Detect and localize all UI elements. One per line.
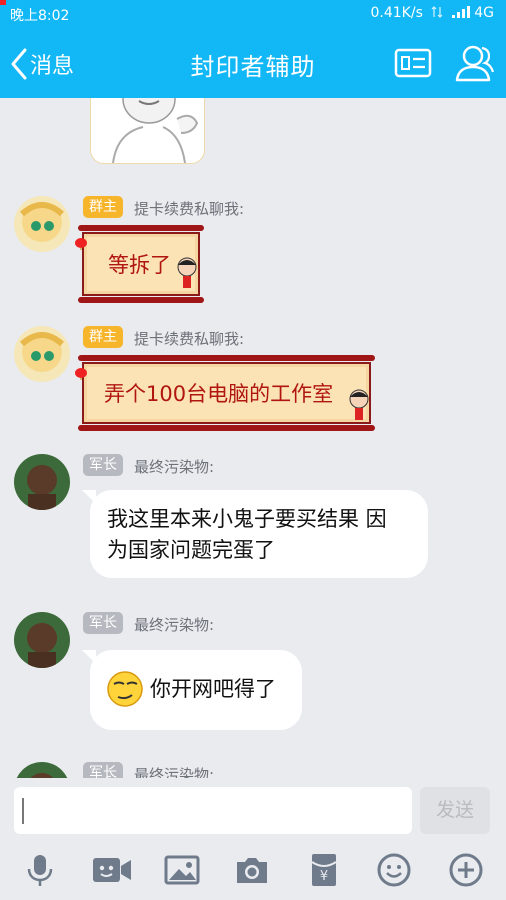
emoji-icon[interactable] <box>376 852 412 888</box>
network-speed: 0.41K/s <box>370 5 423 21</box>
message-text: 你开网吧得了 <box>150 677 276 701</box>
group-members-icon[interactable] <box>455 42 495 84</box>
message-text: 弄个100台电脑的工作室 <box>104 382 334 406</box>
bubble-pendant-icon <box>349 389 369 420</box>
lantern-icon <box>75 368 87 380</box>
message-input[interactable] <box>14 787 412 834</box>
rank-badge: 军长 <box>83 612 123 634</box>
data-transfer-icon <box>431 6 443 18</box>
video-icon[interactable] <box>92 852 132 888</box>
message-bubble[interactable]: 你开网吧得了 <box>82 650 302 730</box>
sender-name: 提卡续费私聊我: <box>134 330 245 348</box>
text-caret <box>22 798 24 824</box>
message-text: 等拆了 <box>108 253 171 277</box>
red-packet-icon[interactable]: ¥ <box>306 852 342 888</box>
input-bar: 发送 <box>0 778 506 840</box>
status-time: 晚上8:02 <box>10 8 70 24</box>
plus-icon[interactable] <box>448 852 484 888</box>
sender-name: 提卡续费私聊我: <box>134 200 245 218</box>
avatar[interactable] <box>14 612 70 668</box>
status-network: 0.41K/s 4G <box>371 5 495 21</box>
svg-text:¥: ¥ <box>320 869 328 884</box>
smirk-emoji-icon <box>107 671 143 707</box>
send-button[interactable]: 发送 <box>420 787 490 834</box>
microphone-icon[interactable] <box>22 852 58 888</box>
chat-header: 消息 封印者辅助 <box>0 28 506 98</box>
avatar[interactable] <box>14 196 70 252</box>
message-text-line: 为国家问题完蛋了 <box>107 538 275 562</box>
message-list[interactable]: 群主 提卡续费私聊我: 等拆了 群主 提卡续费私聊我: 弄个100台电脑的工作室… <box>0 98 506 778</box>
bubble-pendant-icon <box>177 257 197 288</box>
group-owner-badge: 群主 <box>83 196 123 218</box>
rank-badge: 军长 <box>83 454 123 476</box>
avatar[interactable] <box>14 326 70 382</box>
sender-name: 最终污染物: <box>134 458 215 476</box>
group-profile-icon[interactable] <box>394 42 432 84</box>
input-toolbar: ¥ <box>0 840 506 900</box>
sender-name: 最终污染物: <box>134 616 215 634</box>
sticker-image[interactable] <box>90 98 205 164</box>
rank-badge: 军长 <box>83 762 123 778</box>
image-icon[interactable] <box>164 852 200 888</box>
notification-dot <box>0 0 6 5</box>
group-owner-badge: 群主 <box>83 326 123 348</box>
avatar[interactable] <box>14 762 70 778</box>
avatar[interactable] <box>14 454 70 510</box>
signal-icon <box>451 6 470 18</box>
lantern-icon <box>75 238 87 250</box>
status-bar: 晚上8:02 0.41K/s 4G <box>0 0 506 28</box>
camera-icon[interactable] <box>234 852 270 888</box>
message-text-line: 我这里本来小鬼子要买结果 因 <box>107 507 387 531</box>
signal-type: 4G <box>474 5 494 21</box>
sender-name: 最终污染物: <box>134 766 215 778</box>
message-bubble[interactable]: 弄个100台电脑的工作室 <box>78 355 375 431</box>
message-bubble[interactable]: 我这里本来小鬼子要买结果 因 为国家问题完蛋了 <box>82 490 428 578</box>
